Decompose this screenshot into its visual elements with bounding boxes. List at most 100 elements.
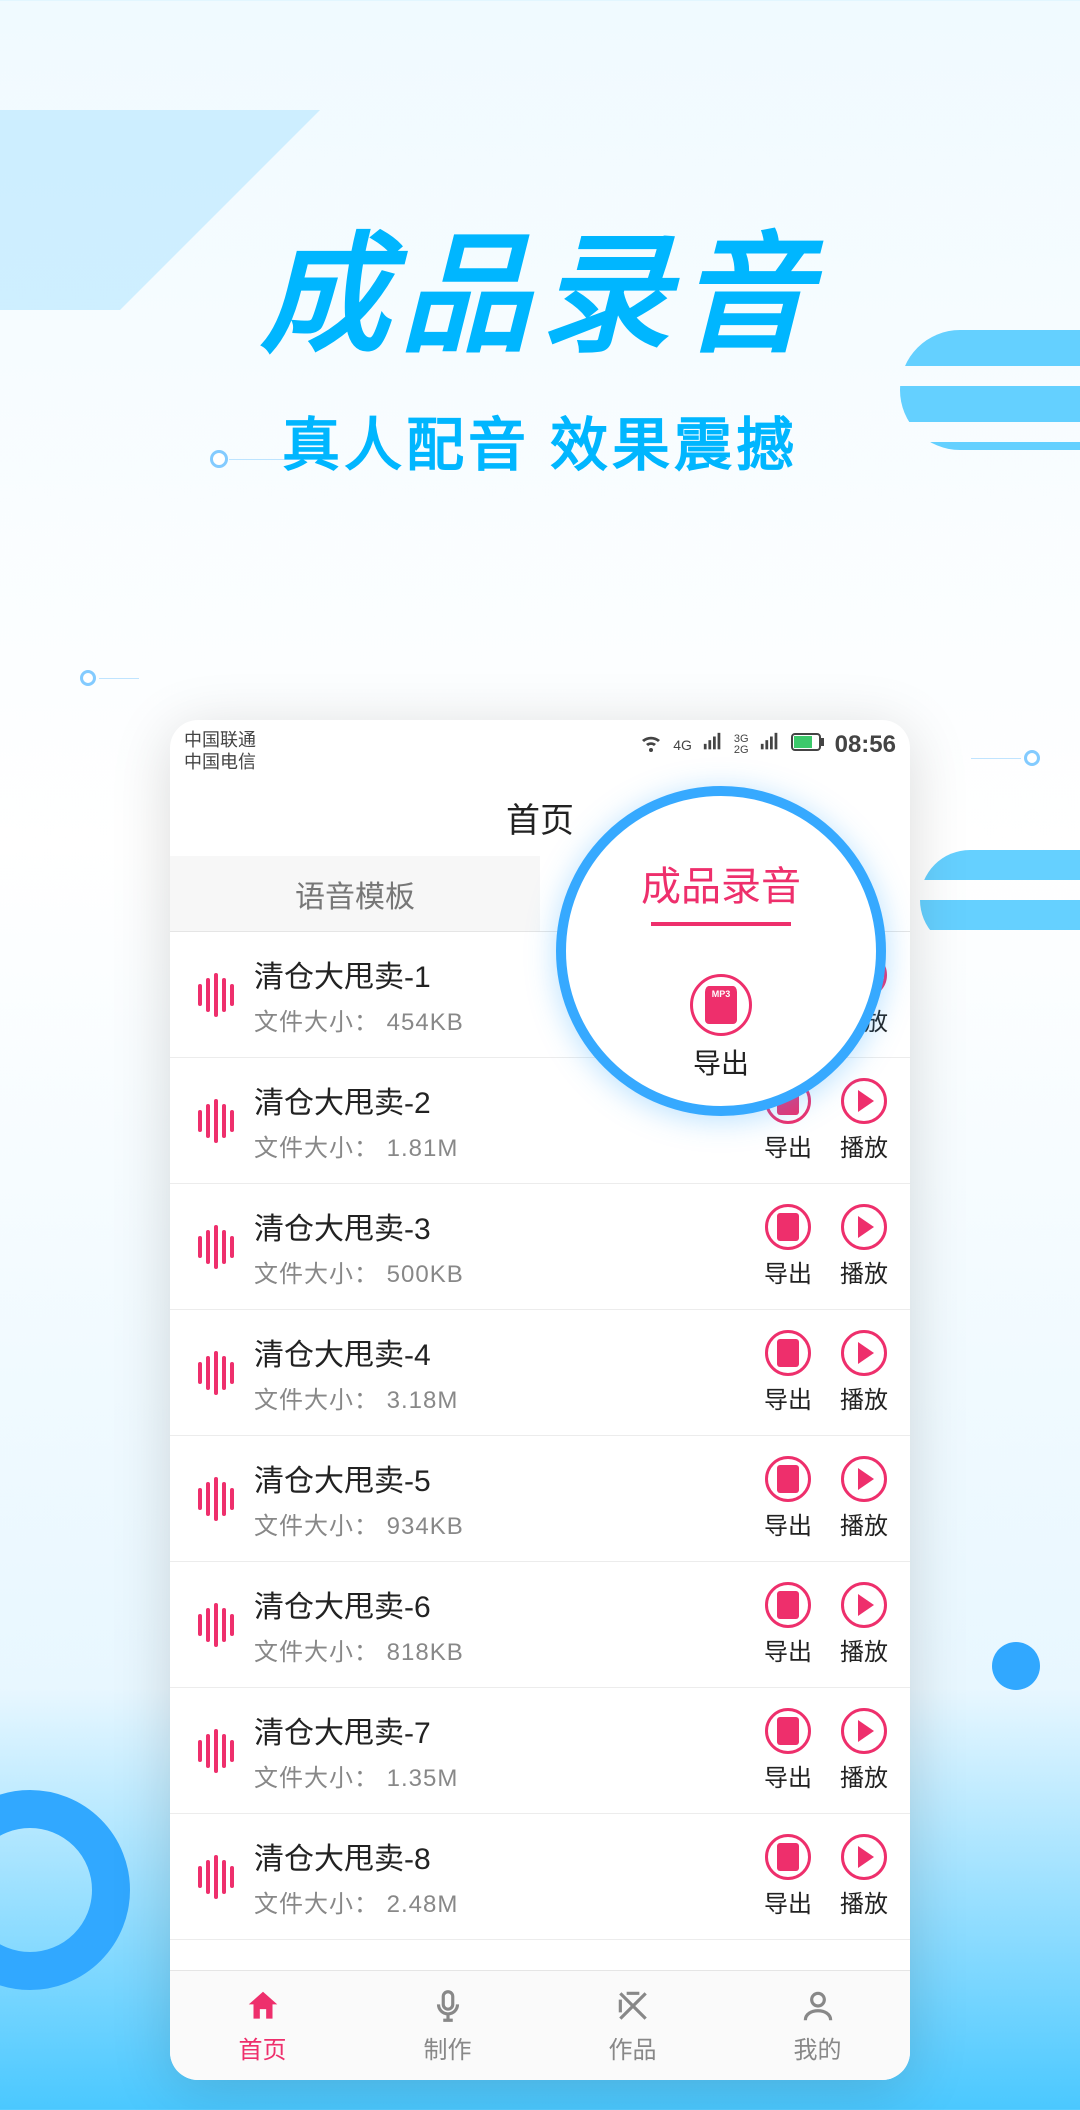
play-icon <box>841 1078 887 1124</box>
play-label: 播放 <box>840 1254 888 1289</box>
export-button[interactable]: 导出 <box>764 1834 812 1919</box>
nav-home[interactable]: 首页 <box>170 1971 355 2080</box>
export-icon <box>765 1582 811 1628</box>
user-icon <box>798 1986 838 2026</box>
play-icon <box>841 1204 887 1250</box>
play-label: 播放 <box>840 1506 888 1541</box>
bg-stripe2 <box>920 850 1080 950</box>
network-4g-label: 4G <box>673 737 692 753</box>
list-item-actions: 导出播放 <box>764 1834 888 1919</box>
list-item[interactable]: 清仓大甩卖-3文件大小： 500KB导出播放 <box>170 1184 910 1310</box>
tab-label: 语音模板 <box>295 872 415 916</box>
export-button[interactable]: 导出 <box>764 1204 812 1289</box>
export-button[interactable]: 导出 <box>764 1456 812 1541</box>
list-item-size: 文件大小： 1.81M <box>254 1128 764 1163</box>
audio-wave-icon <box>192 1729 240 1773</box>
signal-icon-2 <box>759 731 781 759</box>
status-carrier-2: 中国电信 <box>184 752 256 774</box>
play-icon <box>841 1708 887 1754</box>
play-icon <box>841 1456 887 1502</box>
export-label: 导出 <box>764 1506 812 1541</box>
status-carrier-1: 中国联通 <box>184 730 256 752</box>
list-item-title: 清仓大甩卖-3 <box>254 1204 764 1248</box>
list-item-size: 文件大小： 934KB <box>254 1506 764 1541</box>
list-item-actions: 导出播放 <box>764 1204 888 1289</box>
play-icon <box>841 1582 887 1628</box>
list-item[interactable]: 清仓大甩卖-7文件大小： 1.35M导出播放 <box>170 1688 910 1814</box>
home-icon <box>243 1986 283 2026</box>
list-item-text: 清仓大甩卖-6 文件大小： 818KB <box>254 1582 764 1667</box>
bg-dot <box>1024 750 1040 766</box>
list-item-text: 清仓大甩卖-8文件大小： 2.48M <box>254 1834 764 1919</box>
export-button[interactable]: 导出 <box>764 1708 812 1793</box>
play-button[interactable]: 播放 <box>840 1456 888 1541</box>
list-item[interactable]: 清仓大甩卖-4 文件大小： 3.18M导出播放 <box>170 1310 910 1436</box>
list-item-text: 清仓大甩卖-3文件大小： 500KB <box>254 1204 764 1289</box>
list-item-size: 文件大小： 818KB <box>254 1632 764 1667</box>
play-label: 播放 <box>840 1758 888 1793</box>
export-button[interactable]: 导出 <box>764 1330 812 1415</box>
audio-wave-icon <box>192 1351 240 1395</box>
battery-icon <box>791 733 825 757</box>
play-button[interactable]: 播放 <box>840 1834 888 1919</box>
audio-wave-icon <box>192 1855 240 1899</box>
list-item-actions: 导出播放 <box>764 1330 888 1415</box>
magnifier-underline <box>651 922 791 926</box>
list-item-title: 清仓大甩卖-6 <box>254 1582 764 1626</box>
network-2g-label: 2G <box>734 745 749 756</box>
play-button[interactable]: 播放 <box>840 1078 888 1163</box>
play-label: 播放 <box>840 1632 888 1667</box>
export-button[interactable]: 导出 <box>764 1582 812 1667</box>
audio-wave-icon <box>192 1603 240 1647</box>
list-item-text: 清仓大甩卖-7文件大小： 1.35M <box>254 1708 764 1793</box>
audio-wave-icon <box>192 1477 240 1521</box>
export-icon <box>765 1456 811 1502</box>
play-button[interactable]: 播放 <box>840 1204 888 1289</box>
list-item-size: 文件大小： 3.18M <box>254 1380 764 1415</box>
phone-frame: 中国联通 中国电信 4G 3G 2G 08:56 首页 <box>170 720 910 2080</box>
play-label: 播放 <box>840 1884 888 1919</box>
play-icon <box>841 1330 887 1376</box>
signal-icon <box>702 731 724 759</box>
export-icon <box>765 1204 811 1250</box>
list-item-size: 文件大小： 1.35M <box>254 1758 764 1793</box>
nav-label: 制作 <box>424 2030 472 2065</box>
export-label: 导出 <box>764 1128 812 1163</box>
list-item-actions: 导出播放 <box>764 1708 888 1793</box>
nav-mine[interactable]: 我的 <box>725 1971 910 2080</box>
wifi-icon <box>639 730 663 760</box>
list-item[interactable]: 清仓大甩卖-8文件大小： 2.48M导出播放 <box>170 1814 910 1940</box>
bg-stripe <box>900 330 1080 450</box>
play-button[interactable]: 播放 <box>840 1582 888 1667</box>
list-item-size: 文件大小： 2.48M <box>254 1884 764 1919</box>
nav-works[interactable]: 作品 <box>540 1971 725 2080</box>
mic-icon <box>428 1986 468 2026</box>
magnifier-export-label: 导出 <box>693 1042 749 1082</box>
play-label: 播放 <box>840 1380 888 1415</box>
export-icon <box>765 1708 811 1754</box>
nav-label: 我的 <box>794 2030 842 2065</box>
audio-wave-icon <box>192 973 240 1017</box>
play-label: 播放 <box>840 1128 888 1163</box>
list-item-text: 清仓大甩卖-4 文件大小： 3.18M <box>254 1330 764 1415</box>
export-icon <box>765 1330 811 1376</box>
list-item[interactable]: 清仓大甩卖-5文件大小： 934KB导出播放 <box>170 1436 910 1562</box>
export-label: 导出 <box>764 1758 812 1793</box>
export-label: 导出 <box>764 1632 812 1667</box>
bottom-nav: 首页 制作 作品 我的 <box>170 1970 910 2080</box>
mp3-export-icon <box>690 974 752 1036</box>
play-button[interactable]: 播放 <box>840 1330 888 1415</box>
bg-dot <box>80 670 96 686</box>
magnifier-callout: 成品录音 导出 <box>556 786 886 1116</box>
status-bar: 中国联通 中国电信 4G 3G 2G 08:56 <box>170 720 910 775</box>
export-label: 导出 <box>764 1254 812 1289</box>
list-item-title: 清仓大甩卖-4 <box>254 1330 764 1374</box>
nav-make[interactable]: 制作 <box>355 1971 540 2080</box>
export-label: 导出 <box>764 1380 812 1415</box>
list-item[interactable]: 清仓大甩卖-6 文件大小： 818KB导出播放 <box>170 1562 910 1688</box>
nav-label: 作品 <box>609 2030 657 2065</box>
tab-voice-template[interactable]: 语音模板 <box>170 856 540 931</box>
export-icon <box>765 1834 811 1880</box>
play-button[interactable]: 播放 <box>840 1708 888 1793</box>
list-item-actions: 导出播放 <box>764 1582 888 1667</box>
